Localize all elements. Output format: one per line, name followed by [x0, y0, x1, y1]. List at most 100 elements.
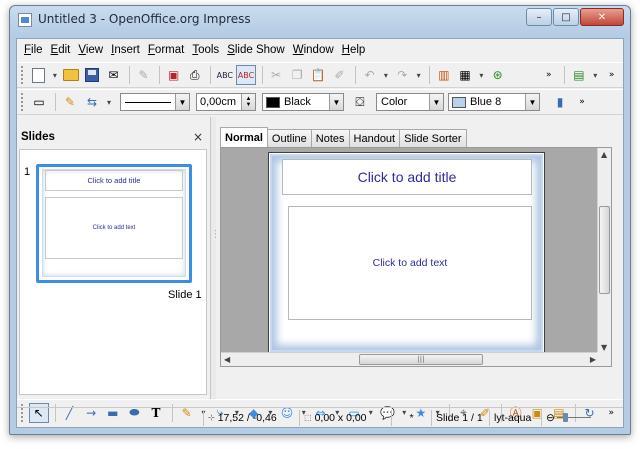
slide-layout-icon[interactable]: ▤: [569, 65, 588, 85]
shadow-icon[interactable]: ▮: [550, 92, 570, 112]
format-paintbrush-icon[interactable]: ✐: [330, 65, 349, 85]
menu-tools[interactable]: Tools: [188, 44, 223, 56]
tab-slide-sorter[interactable]: Slide Sorter: [399, 129, 467, 147]
vertical-scrollbar[interactable]: ▲ ▼: [597, 148, 611, 354]
zoom-out-icon[interactable]: ⊖: [546, 412, 555, 424]
export-pdf-icon[interactable]: ▣: [164, 65, 183, 85]
menu-window[interactable]: Window: [289, 44, 338, 56]
line-filling-toolbar: ▭ ✎ ⇆ ▾ ▼ 0,00cm ▲ ▼ Black ▼ ⛋ Color ▼ B…: [17, 89, 623, 115]
zoom-slider[interactable]: ⊖: [541, 409, 595, 426]
position-icon: ⊹: [208, 413, 215, 422]
impress-app-icon[interactable]: [18, 13, 32, 27]
spellcheck-icon[interactable]: ABC: [215, 65, 234, 85]
fill-color-value: Blue 8: [470, 96, 502, 108]
title-bar[interactable]: Untitled 3 - OpenOffice.org Impress – □ …: [10, 6, 630, 34]
toolbar-overflow-3-icon[interactable]: »: [572, 92, 592, 112]
title-placeholder[interactable]: Click to add title: [282, 159, 532, 195]
undo-dropdown-arrow-icon[interactable]: ▾: [381, 65, 391, 85]
edit-file-icon[interactable]: ✎: [134, 65, 153, 85]
scroll-left-icon[interactable]: ◀: [224, 355, 230, 364]
toolbar-grip[interactable]: [21, 66, 24, 84]
arrow-style-dropdown-icon[interactable]: ▾: [104, 92, 114, 112]
scroll-down-icon[interactable]: ▼: [601, 343, 607, 352]
fill-color-swatch: [452, 96, 466, 108]
slide-thumbnail[interactable]: Click to add title Click to add text: [36, 164, 192, 283]
slide-page[interactable]: Click to add title Click to add text: [268, 152, 545, 354]
email-document-icon[interactable]: ✉: [104, 65, 123, 85]
tab-notes[interactable]: Notes: [310, 129, 350, 147]
redo-icon[interactable]: ↷: [393, 65, 412, 85]
area-paint-bucket-icon[interactable]: ⛋: [350, 92, 370, 112]
save-icon[interactable]: [83, 65, 102, 85]
area-style-value: Color: [381, 96, 408, 108]
size-icon: ⬚: [304, 413, 312, 422]
fill-color-select[interactable]: Blue 8 ▼: [448, 93, 540, 111]
tab-handout[interactable]: Handout: [348, 129, 401, 147]
close-button[interactable]: ✕: [580, 8, 624, 26]
auto-spellcheck-icon[interactable]: ABC: [236, 65, 256, 85]
table-dropdown-arrow-icon[interactable]: ▾: [477, 65, 487, 85]
canvas-background[interactable]: Click to add title Click to add text: [221, 148, 599, 354]
chevron-down-icon: ▼: [525, 94, 539, 110]
undo-icon[interactable]: ↶: [360, 65, 379, 85]
text-placeholder[interactable]: Click to add text: [288, 206, 532, 320]
paste-icon[interactable]: 📋: [309, 65, 328, 85]
new-dropdown-arrow-icon[interactable]: ▾: [50, 65, 60, 85]
modified-indicator[interactable]: *: [391, 409, 431, 426]
window-title: Untitled 3 - OpenOffice.org Impress: [38, 12, 251, 26]
tab-outline[interactable]: Outline: [266, 129, 312, 147]
navigator-icon[interactable]: ⊛: [488, 65, 507, 85]
close-pane-icon[interactable]: ×: [193, 130, 203, 144]
menu-edit[interactable]: Edit: [47, 44, 75, 56]
copy-icon[interactable]: ❐: [288, 65, 307, 85]
menu-bar: File Edit View Insert Format Tools Slide…: [17, 39, 623, 61]
vertical-scroll-thumb[interactable]: [599, 206, 610, 294]
scroll-up-icon[interactable]: ▲: [601, 150, 607, 159]
cut-icon[interactable]: ✂: [267, 65, 286, 85]
view-tabs: Normal Outline Notes Handout Slide Sorte…: [220, 127, 467, 147]
app-window: Untitled 3 - OpenOffice.org Impress – □ …: [9, 5, 631, 435]
slide-number: 1: [24, 166, 31, 178]
slide-icon[interactable]: ▭: [29, 92, 49, 112]
slides-pane: Slides × 1 Click to add title Click to a…: [17, 117, 211, 399]
arrow-style-icon[interactable]: ⇆: [82, 92, 102, 112]
menu-view[interactable]: View: [74, 44, 107, 56]
standard-toolbar: ▾ ✉ ✎ ▣ ⎙ ABC ABC ✂ ❐ 📋 ✐ ↶ ▾ ↷ ▾ ▥ ▦ ▾: [17, 62, 623, 88]
redo-dropdown-arrow-icon[interactable]: ▾: [414, 65, 424, 85]
chart-icon[interactable]: ▥: [434, 65, 453, 85]
line-pen-icon[interactable]: ✎: [60, 92, 80, 112]
slides-list[interactable]: 1 Click to add title Click to add text S…: [19, 149, 207, 395]
scroll-right-icon[interactable]: ▶: [590, 355, 596, 364]
minimize-button[interactable]: –: [526, 8, 552, 26]
workspace: Normal Outline Notes Handout Slide Sorte…: [216, 117, 623, 399]
toolbar-overflow-2-icon[interactable]: »: [602, 65, 621, 85]
open-folder-icon[interactable]: [62, 65, 81, 85]
spin-arrows-icon[interactable]: ▲ ▼: [241, 94, 255, 110]
toolbar-overflow-icon[interactable]: »: [539, 65, 558, 85]
print-icon[interactable]: ⎙: [185, 65, 204, 85]
slide-canvas: Click to add title Click to add text ▲ ▼…: [220, 147, 612, 367]
maximize-button[interactable]: □: [553, 8, 579, 26]
page-indicator: Slide 1 / 1: [431, 409, 489, 426]
horizontal-scrollbar[interactable]: ◀ ||| ▶: [221, 352, 599, 366]
horizontal-scroll-thumb[interactable]: |||: [359, 354, 483, 365]
toolbar-grip[interactable]: [21, 93, 24, 111]
menu-insert[interactable]: Insert: [107, 44, 144, 56]
line-color-swatch: [266, 96, 280, 108]
line-color-select[interactable]: Black ▼: [262, 93, 344, 111]
chevron-down-icon: ▼: [175, 94, 189, 110]
menu-slide-show[interactable]: Slide Show: [223, 44, 289, 56]
table-icon[interactable]: ▦: [455, 65, 474, 85]
menu-file[interactable]: File: [20, 44, 47, 56]
menu-format[interactable]: Format: [144, 44, 188, 56]
chevron-down-icon: ▼: [429, 94, 443, 110]
tab-normal[interactable]: Normal: [220, 127, 268, 147]
new-document-icon[interactable]: [29, 65, 48, 85]
object-size: ⬚ 0,00 x 0,00: [299, 409, 391, 426]
line-width-field[interactable]: 0,00cm ▲ ▼: [196, 93, 256, 111]
line-style-select[interactable]: ▼: [120, 93, 190, 111]
area-style-select[interactable]: Color ▼: [376, 93, 444, 111]
zoom-slider-knob[interactable]: [562, 413, 568, 422]
menu-help[interactable]: Help: [338, 44, 370, 56]
slide-layout-dropdown-icon[interactable]: ▾: [590, 65, 600, 85]
